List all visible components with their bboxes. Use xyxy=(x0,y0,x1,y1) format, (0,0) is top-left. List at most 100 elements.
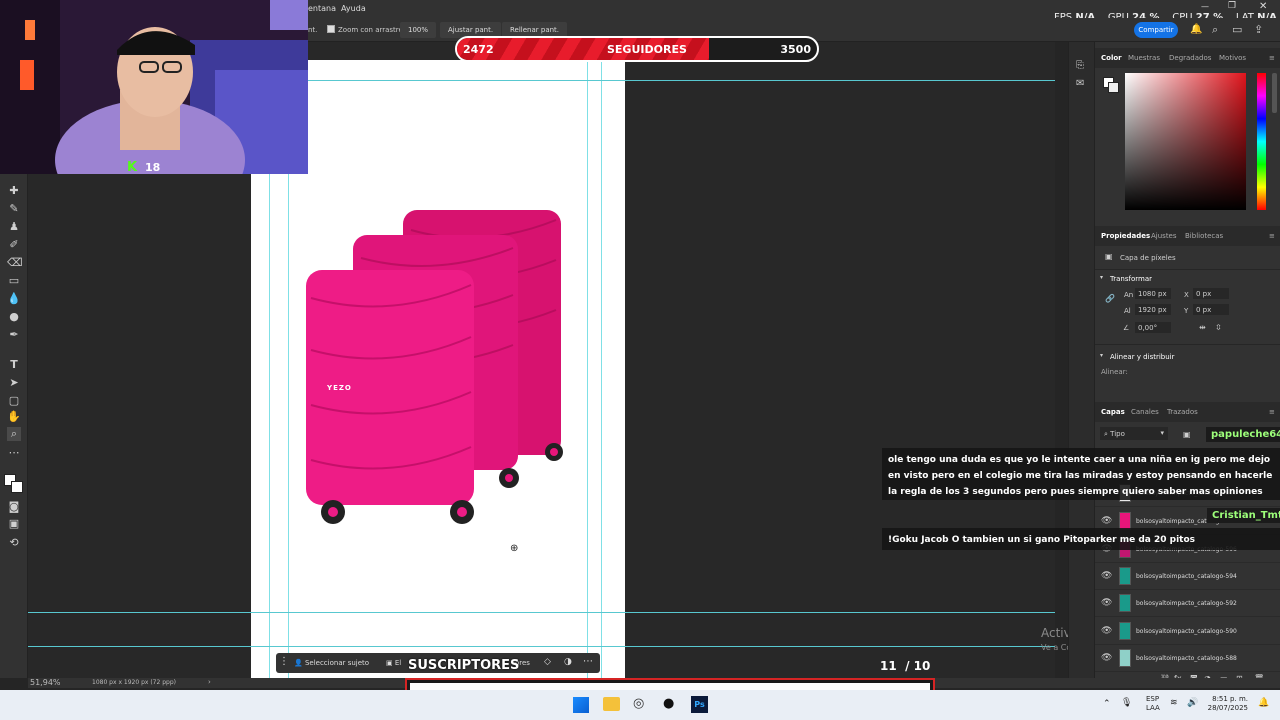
tab-layers[interactable]: Capas xyxy=(1101,408,1125,416)
healing-brush-icon[interactable]: ✚ xyxy=(7,184,21,198)
background-color-swatch[interactable] xyxy=(11,481,23,493)
clock[interactable]: 8:51 p. m. 28/07/2025 xyxy=(1206,695,1248,713)
tab-patterns[interactable]: Motivos xyxy=(1219,54,1246,62)
angle-input[interactable]: 0,00° xyxy=(1135,322,1171,333)
tab-gradients[interactable]: Degradados xyxy=(1169,54,1211,62)
flip-horizontal-icon[interactable]: ⇹ xyxy=(1199,323,1206,332)
type-icon[interactable]: T xyxy=(7,358,21,372)
path-select-icon[interactable]: ➤ xyxy=(7,376,21,390)
edit-toolbar-icon[interactable]: ⟲ xyxy=(7,536,21,550)
history-brush-icon[interactable]: ✐ xyxy=(7,238,21,252)
eraser-icon[interactable]: ⌫ xyxy=(7,256,23,270)
eye-icon[interactable]: 👁 xyxy=(1101,571,1112,581)
followers-label: SEGUIDORES xyxy=(607,43,687,56)
layer-type-label: Capa de píxeles xyxy=(1120,254,1176,262)
panel-menu-icon[interactable]: ≡ xyxy=(1269,408,1275,416)
tab-swatches[interactable]: Muestras xyxy=(1128,54,1160,62)
rectangle-icon[interactable]: ▢ xyxy=(7,394,21,408)
chevron-down-icon[interactable]: ▾ xyxy=(1100,352,1103,359)
properties-panel-tabs: Propiedades Ajustes Bibliotecas ≡ xyxy=(1095,226,1280,246)
height-input[interactable]: 1920 px xyxy=(1135,304,1171,315)
comments-panel-icon[interactable]: ✉ xyxy=(1076,78,1084,89)
panel-menu-icon[interactable]: ≡ xyxy=(1269,232,1275,240)
layer-row[interactable]: 👁 bolsosyaltoimpacto_catalogo-590 xyxy=(1095,618,1280,645)
volume-icon[interactable]: 🔊 xyxy=(1187,698,1198,708)
microphone-icon[interactable]: 🎙 xyxy=(1121,698,1132,708)
tab-libraries[interactable]: Bibliotecas xyxy=(1185,232,1223,240)
dodge-icon[interactable]: ● xyxy=(7,310,21,324)
eye-icon[interactable]: 👁 xyxy=(1101,626,1112,636)
file-explorer-icon[interactable] xyxy=(603,697,620,711)
hue-slider[interactable] xyxy=(1257,73,1266,210)
zoom-drag-checkbox[interactable] xyxy=(327,25,335,33)
language-indicator[interactable]: ESP LAA xyxy=(1146,695,1160,713)
filter-image-icon[interactable]: ▣ xyxy=(1183,430,1191,439)
adjust-icon[interactable]: ◑ xyxy=(564,657,572,667)
color-bg-swatch[interactable] xyxy=(1108,82,1119,93)
panel-scrollbar[interactable] xyxy=(1272,73,1277,113)
drag-handle-icon[interactable]: ⋮ xyxy=(279,656,289,667)
width-input[interactable]: 1080 px xyxy=(1135,288,1171,299)
zoom-level[interactable]: 51,94% xyxy=(30,678,61,687)
more-tools-icon[interactable]: ⋯ xyxy=(7,446,21,460)
flip-vertical-icon[interactable]: ⇳ xyxy=(1215,323,1222,332)
gradient-icon[interactable]: ▭ xyxy=(7,274,21,288)
chevron-down-icon[interactable]: ▾ xyxy=(1100,274,1103,281)
more-icon[interactable]: ⋯ xyxy=(583,656,593,667)
chat-message: !Goku Jacob O tambien un si gano Pitopar… xyxy=(882,528,1280,550)
tab-properties[interactable]: Propiedades xyxy=(1101,232,1150,240)
tab-paths[interactable]: Trazados xyxy=(1167,408,1198,416)
tab-color[interactable]: Color xyxy=(1101,54,1122,62)
workspace-icon[interactable]: ▭ xyxy=(1232,23,1242,36)
link-icon[interactable]: 🔗 xyxy=(1105,294,1115,303)
menu-help[interactable]: Ayuda xyxy=(341,4,366,13)
select-subject-button[interactable]: 👤 Seleccionar sujeto xyxy=(294,659,369,667)
layer-thumbnail xyxy=(1119,567,1131,585)
layer-row[interactable]: 👁 bolsosyaltoimpacto_catalogo-594 xyxy=(1095,563,1280,590)
menu-window[interactable]: entana xyxy=(308,4,336,13)
search-icon[interactable]: ⌕ xyxy=(1212,23,1218,37)
chevron-right-icon[interactable]: › xyxy=(208,678,211,686)
remove-background-button[interactable]: ▣ El xyxy=(386,659,401,667)
layer-row[interactable]: 👁 bolsosyaltoimpacto_catalogo-588 xyxy=(1095,645,1280,672)
followers-current: 2472 xyxy=(463,43,494,56)
eye-icon[interactable]: 👁 xyxy=(1101,653,1112,663)
wifi-icon[interactable]: ≋ xyxy=(1170,698,1178,708)
eye-icon[interactable]: 👁 xyxy=(1101,516,1112,526)
x-input[interactable]: 0 px xyxy=(1193,288,1229,299)
screen-mode-icon[interactable]: ▣ xyxy=(7,517,21,531)
photoshop-icon[interactable]: Ps xyxy=(691,696,708,713)
brush-icon[interactable]: ✎ xyxy=(7,202,21,216)
obs-icon[interactable]: ● xyxy=(663,696,674,711)
quick-mask-icon[interactable]: ◙ xyxy=(7,500,21,514)
close-icon[interactable]: ✕ xyxy=(1259,1,1267,12)
notification-icon[interactable]: 🔔 xyxy=(1258,698,1269,708)
layer-thumbnail xyxy=(1119,622,1131,640)
windows-start-icon[interactable] xyxy=(573,697,589,713)
y-input[interactable]: 0 px xyxy=(1193,304,1229,315)
minimize-icon[interactable]: — xyxy=(1201,2,1209,11)
restore-icon[interactable]: ❐ xyxy=(1228,1,1236,11)
zoom-100-button[interactable]: 100% xyxy=(400,22,437,38)
browser-icon[interactable]: ◎ xyxy=(633,696,644,711)
layer-row[interactable]: 👁 bolsosyaltoimpacto_catalogo-592 xyxy=(1095,590,1280,617)
panel-menu-icon[interactable]: ≡ xyxy=(1269,54,1275,62)
document-info[interactable]: 1080 px x 1920 px (72 ppp) xyxy=(92,679,176,686)
bell-icon[interactable]: 🔔 xyxy=(1190,24,1202,35)
tab-adjustments[interactable]: Ajustes xyxy=(1151,232,1177,240)
hand-icon[interactable]: ✋ xyxy=(7,410,21,424)
layer-filter-select[interactable]: ⌕ Tipo ▾ xyxy=(1100,427,1168,440)
pen-icon[interactable]: ✒ xyxy=(7,328,21,342)
chevron-up-icon[interactable]: ⌃ xyxy=(1103,699,1111,709)
history-panel-icon[interactable]: ⎘ xyxy=(1076,60,1084,71)
share-button[interactable]: Compartir xyxy=(1134,22,1178,38)
blur-icon[interactable]: 💧 xyxy=(7,292,21,306)
stamp-icon[interactable]: ♟ xyxy=(7,220,21,234)
share-doc-icon[interactable]: ⇪ xyxy=(1254,23,1263,36)
height-label: Al xyxy=(1124,307,1131,315)
color-picker-field[interactable] xyxy=(1125,73,1246,210)
zoom-icon[interactable]: ⌕ xyxy=(7,427,21,441)
shape-icon[interactable]: ◇ xyxy=(544,657,551,667)
eye-icon[interactable]: 👁 xyxy=(1101,598,1112,608)
tab-channels[interactable]: Canales xyxy=(1131,408,1159,416)
